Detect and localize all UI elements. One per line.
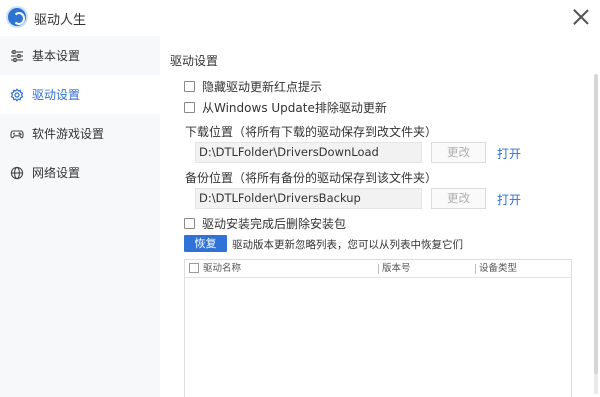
sidebar-item-label: 基本设置 [32,49,81,63]
driver-settings-panel: 驱动设置 隐藏驱动更新红点提示 从Windows Update排除驱动更新 下载… [160,36,600,397]
sidebar-item-basic-settings[interactable]: 基本设置 [0,36,160,75]
sidebar-item-software-game-settings[interactable]: 软件游戏设置 [0,114,160,153]
backup-path-field[interactable]: D:\DTLFolder\DriversBackup [195,188,422,209]
select-all-checkbox[interactable] [189,263,199,273]
delete-after-install-option[interactable]: 驱动安装完成后删除安装包 [184,215,346,232]
backup-change-button[interactable]: 更改 [431,188,486,209]
backup-location-label: 备份位置（将所有备份的驱动保存到该文件夹） [185,171,438,185]
column-header-driver-name[interactable]: 驱动名称 [203,260,241,277]
ignored-drivers-table: 驱动名称 版本号 设备类型 [184,259,572,397]
settings-sidebar: 基本设置 驱动设置 软件游戏设置 网络设置 [0,36,160,397]
title-bar: 驱动人生 [0,0,600,36]
gamepad-icon [10,127,24,141]
exclude-windows-update-checkbox[interactable] [184,102,195,113]
vertical-scrollbar[interactable] [594,74,598,394]
app-logo-icon [6,6,28,28]
download-location-label: 下载位置（将所有下载的驱动保存到改文件夹） [185,125,438,139]
sidebar-item-label: 网络设置 [32,166,81,180]
table-body [185,278,571,396]
table-header: 驱动名称 版本号 设备类型 [185,260,571,278]
sidebar-item-label: 驱动设置 [32,88,81,102]
sidebar-item-network-settings[interactable]: 网络设置 [0,153,160,192]
column-header-version[interactable]: 版本号 [382,260,411,277]
window-title: 驱动人生 [34,13,87,28]
restore-button[interactable]: 恢复 [184,235,227,252]
settings-window: 驱动人生 基本设置 驱动设置 软件游戏设置 网络设置 驱动设置 隐藏驱动更新红点… [0,0,600,397]
globe-icon [10,166,24,180]
scrollbar-thumb[interactable] [594,74,598,374]
checkbox-label: 驱动安装完成后删除安装包 [202,217,347,231]
sidebar-item-driver-settings[interactable]: 驱动设置 [0,75,160,114]
exclude-windows-update-option[interactable]: 从Windows Update排除驱动更新 [184,99,387,116]
delete-after-install-checkbox[interactable] [184,218,195,229]
hide-red-dot-option[interactable]: 隐藏驱动更新红点提示 [184,78,322,95]
download-change-button[interactable]: 更改 [431,142,486,163]
column-header-device-type[interactable]: 设备类型 [479,260,517,277]
backup-open-link[interactable]: 打开 [497,191,521,208]
download-open-link[interactable]: 打开 [497,145,521,162]
checkbox-label: 从Windows Update排除驱动更新 [202,101,387,115]
gear-icon [10,87,24,102]
section-title: 驱动设置 [170,54,219,68]
close-button[interactable] [570,6,592,28]
restore-hint-text: 驱动版本更新忽略列表，您可以从列表中恢复它们 [232,239,463,251]
download-path-field[interactable]: D:\DTLFolder\DriversDownLoad [195,142,422,163]
sliders-icon [10,49,24,63]
sidebar-item-label: 软件游戏设置 [32,127,105,141]
column-divider[interactable] [475,264,476,274]
checkbox-label: 隐藏驱动更新红点提示 [202,80,323,94]
hide-red-dot-checkbox[interactable] [184,81,195,92]
column-divider[interactable] [378,264,379,274]
